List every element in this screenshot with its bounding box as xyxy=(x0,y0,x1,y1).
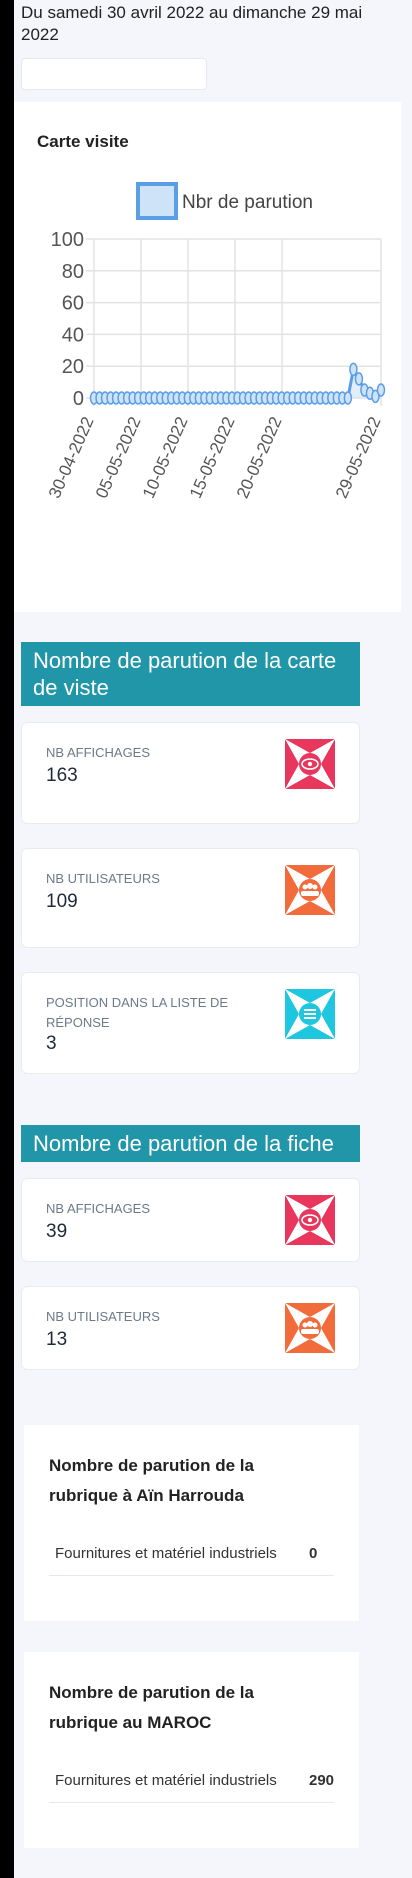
rubrique-name: Fournitures et matériel industriels xyxy=(55,1545,277,1562)
rubrique-title: Nombre de parution de la rubrique à Aïn … xyxy=(49,1456,254,1505)
stat-card-affichages: NB AFFICHAGES 163 xyxy=(21,722,360,824)
stat-value: 3 xyxy=(46,1033,57,1054)
users-icon xyxy=(285,1303,335,1353)
y-tick-label: 0 xyxy=(73,388,84,410)
x-tick-label: 10-05-2022 xyxy=(139,414,192,501)
stat-label: NB UTILISATEURS xyxy=(46,871,160,886)
line-chart: Nbr de parution 0 20 40 60 80 100 30-04-202205-… xyxy=(45,182,386,501)
chart-card: Carte visite Nbr de parution 0 20 40 60 80 100… xyxy=(14,102,401,612)
stat-value: 163 xyxy=(46,765,78,786)
y-tick-label: 40 xyxy=(62,324,84,346)
legend-label: Nbr de parution xyxy=(182,192,313,213)
x-tick-label: 15-05-2022 xyxy=(186,414,239,501)
x-tick-label: 20-05-2022 xyxy=(233,414,286,501)
stat-card-affichages-fiche: NB AFFICHAGES 39 xyxy=(21,1178,360,1262)
rubrique-card-local: Nombre de parution de la rubrique à Aïn … xyxy=(24,1425,359,1621)
y-tick-label: 20 xyxy=(62,356,84,378)
stat-card-utilisateurs-fiche: NB UTILISATEURS 13 xyxy=(21,1286,360,1370)
stat-value: 13 xyxy=(46,1329,68,1350)
section-title-fiche: Nombre de parution de la fiche xyxy=(21,1125,360,1162)
stat-label: NB UTILISATEURS xyxy=(46,1309,160,1324)
stat-card-utilisateurs: NB UTILISATEURS 109 xyxy=(21,848,360,948)
y-tick-label: 100 xyxy=(51,229,84,251)
data-point[interactable] xyxy=(343,391,353,405)
right-gutter xyxy=(401,0,412,1878)
stat-card-position: POSITION DANS LA LISTE DE RÉPONSE 3 xyxy=(21,972,360,1074)
stat-label: NB AFFICHAGES xyxy=(46,745,151,760)
rubrique-count: 0 xyxy=(309,1545,318,1562)
section-title-carte: Nombre de parution de la carte de viste xyxy=(21,642,360,706)
data-point[interactable] xyxy=(376,383,386,397)
rubrique-title: Nombre de parution de la rubrique au MAR… xyxy=(49,1683,254,1732)
eye-icon xyxy=(285,1195,335,1245)
rubrique-count: 290 xyxy=(309,1772,335,1789)
x-tick-label: 30-04-2022 xyxy=(45,414,98,501)
stat-label: POSITION DANS LA LISTE DE RÉPONSE xyxy=(46,995,229,1030)
data-point[interactable] xyxy=(349,362,358,377)
list-icon xyxy=(285,989,335,1039)
y-tick-label: 80 xyxy=(62,261,84,283)
rubrique-row: Fournitures et matériel industriels 290 xyxy=(49,1762,334,1803)
x-tick-label: 05-05-2022 xyxy=(92,414,145,501)
search-input[interactable] xyxy=(21,58,207,90)
stat-label: NB AFFICHAGES xyxy=(46,1201,151,1216)
stat-value: 109 xyxy=(46,891,78,912)
data-point[interactable] xyxy=(354,372,364,386)
rubrique-row: Fournitures et matériel industriels 0 xyxy=(49,1535,334,1576)
y-tick-label: 60 xyxy=(62,293,84,315)
date-range-header: Du samedi 30 avril 2022 au dimanche 29 m… xyxy=(21,3,363,44)
x-tick-label: 29-05-2022 xyxy=(332,414,385,501)
left-edge-bar xyxy=(0,0,14,1878)
rubrique-card-maroc: Nombre de parution de la rubrique au MAR… xyxy=(24,1652,359,1848)
eye-icon xyxy=(285,739,335,789)
chart-legend[interactable]: Nbr de parution xyxy=(136,182,313,220)
stat-value: 39 xyxy=(46,1221,68,1242)
rubrique-name: Fournitures et matériel industriels xyxy=(55,1772,277,1789)
users-icon xyxy=(285,865,335,915)
